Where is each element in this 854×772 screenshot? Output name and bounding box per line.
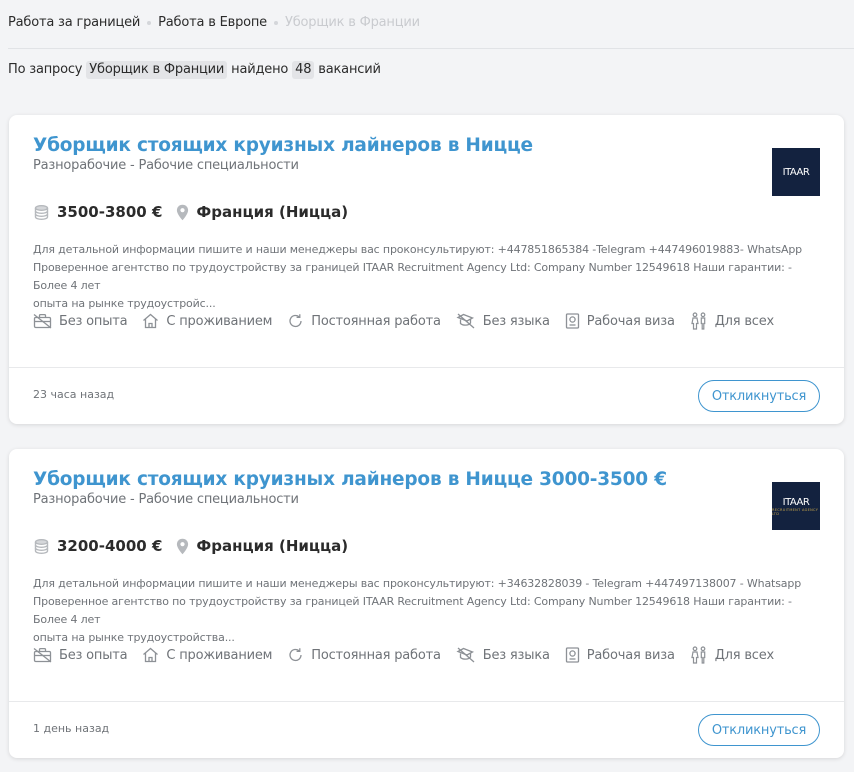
tag-for-everyone: Для всех xyxy=(690,646,774,664)
house-icon xyxy=(143,313,159,329)
breadcrumb-item-europe[interactable]: Работа в Европе xyxy=(158,14,267,32)
tag-housing: С проживанием xyxy=(142,647,272,663)
description-line: опыта на рынке трудоустройс... xyxy=(33,297,216,310)
vacancy-salary: 3200-4000 € xyxy=(57,537,163,555)
breadcrumb-separator xyxy=(273,21,278,25)
breadcrumb: Работа за границей Работа в Европе Уборщ… xyxy=(8,14,420,32)
tag-label: С проживанием xyxy=(166,313,273,329)
summary-prefix: По запросу xyxy=(8,62,83,77)
vacancy-meta: 3200-4000 € Франция (Ницца) xyxy=(33,537,348,555)
vacancy-location: Франция (Ницца) xyxy=(196,537,349,555)
vacancy-title-link[interactable]: Уборщик стоящих круизных лайнеров в Ницц… xyxy=(33,135,533,156)
card-footer: 1 день назад Откликнуться xyxy=(9,701,844,758)
tag-label: Без опыта xyxy=(59,313,128,329)
location-pin-icon xyxy=(176,538,189,555)
logo-text: ITAAR xyxy=(782,166,810,178)
apply-button[interactable]: Откликнуться xyxy=(698,380,820,412)
people-icon xyxy=(690,646,706,664)
company-logo[interactable]: ITAAR RECRUITMENT AGENCY LTD xyxy=(772,482,820,530)
vacancy-title-link[interactable]: Уборщик стоящих круизных лайнеров в Ницц… xyxy=(33,469,667,490)
breadcrumb-item-current: Уборщик в Франции xyxy=(284,15,420,30)
breadcrumb-separator xyxy=(147,21,152,25)
logo-text: ITAAR xyxy=(782,496,810,508)
apply-button[interactable]: Откликнуться xyxy=(698,714,820,746)
no-language-icon xyxy=(456,647,475,663)
vacancy-card: Уборщик стоящих круизных лайнеров в Ницц… xyxy=(9,449,844,758)
tag-label: Без языка xyxy=(482,313,550,329)
tag-work-visa: Рабочая виза xyxy=(565,647,675,663)
tag-label: Без опыта xyxy=(59,647,128,663)
coins-icon xyxy=(33,538,50,555)
vacancy-description: Для детальной информации пишите и наши м… xyxy=(33,575,825,647)
vacancy-card: Уборщик стоящих круизных лайнеров в Ницц… xyxy=(9,115,844,424)
tag-label: Без языка xyxy=(482,647,550,663)
tag-label: Рабочая виза xyxy=(586,313,675,329)
people-icon xyxy=(690,312,706,330)
tag-housing: С проживанием xyxy=(142,313,272,329)
tag-label: С проживанием xyxy=(166,647,273,663)
description-line: Проверенное агентство по трудоустройству… xyxy=(33,595,792,626)
vacancy-tags: Без опыта С проживанием Постоянная работ… xyxy=(33,312,789,330)
tag-no-experience: Без опыта xyxy=(33,313,128,329)
briefcase-crossed-icon xyxy=(33,313,52,329)
search-summary: По запросу Уборщик в Франции найдено 48 … xyxy=(8,61,381,79)
briefcase-crossed-icon xyxy=(33,647,52,663)
posted-time: 23 часа назад xyxy=(33,388,115,401)
logo-subtext: RECRUITMENT AGENCY LTD xyxy=(772,507,819,516)
passport-icon xyxy=(565,313,579,329)
house-icon xyxy=(143,647,159,663)
summary-count-chip: 48 xyxy=(292,61,315,79)
tag-label: Рабочая виза xyxy=(586,647,675,663)
vacancy-meta: 3500-3800 € Франция (Ницца) xyxy=(33,203,348,221)
tag-label: Для всех xyxy=(714,647,775,663)
tag-label: Для всех xyxy=(714,313,775,329)
vacancy-description: Для детальной информации пишите и наши м… xyxy=(33,241,825,313)
summary-query-chip: Уборщик в Франции xyxy=(86,61,228,79)
tag-label: Постоянная работа xyxy=(311,313,441,329)
card-footer: 23 часа назад Откликнуться xyxy=(9,367,844,424)
location-pin-icon xyxy=(176,204,189,221)
vacancy-category: Разнорабочие - Рабочие специальности xyxy=(33,492,299,507)
no-language-icon xyxy=(456,313,475,329)
description-line: Для детальной информации пишите и наши м… xyxy=(33,577,802,590)
tag-permanent: Постоянная работа xyxy=(287,313,441,329)
tag-label: Постоянная работа xyxy=(311,647,441,663)
header-divider xyxy=(8,48,854,49)
vacancy-tags: Без опыта С проживанием Постоянная работ… xyxy=(33,646,789,664)
summary-suffix: вакансий xyxy=(318,62,381,77)
refresh-icon xyxy=(289,648,302,662)
posted-time: 1 день назад xyxy=(33,722,110,735)
description-line: опыта на рынке трудоустройства... xyxy=(33,631,235,644)
vacancy-salary: 3500-3800 € xyxy=(57,203,163,221)
tag-no-experience: Без опыта xyxy=(33,647,128,663)
description-line: Проверенное агентство по трудоустройству… xyxy=(33,261,792,292)
refresh-icon xyxy=(289,314,302,328)
tag-permanent: Постоянная работа xyxy=(287,647,441,663)
breadcrumb-item-abroad[interactable]: Работа за границей xyxy=(8,14,140,32)
tag-work-visa: Рабочая виза xyxy=(565,313,675,329)
company-logo[interactable]: ITAAR xyxy=(772,148,820,196)
tag-no-language: Без языка xyxy=(456,647,550,663)
summary-middle: найдено xyxy=(231,62,289,77)
passport-icon xyxy=(565,647,579,663)
description-line: Для детальной информации пишите и наши м… xyxy=(33,243,802,256)
tag-for-everyone: Для всех xyxy=(690,312,774,330)
vacancy-location: Франция (Ницца) xyxy=(196,203,349,221)
vacancy-category: Разнорабочие - Рабочие специальности xyxy=(33,158,299,173)
tag-no-language: Без языка xyxy=(456,313,550,329)
coins-icon xyxy=(33,204,50,221)
